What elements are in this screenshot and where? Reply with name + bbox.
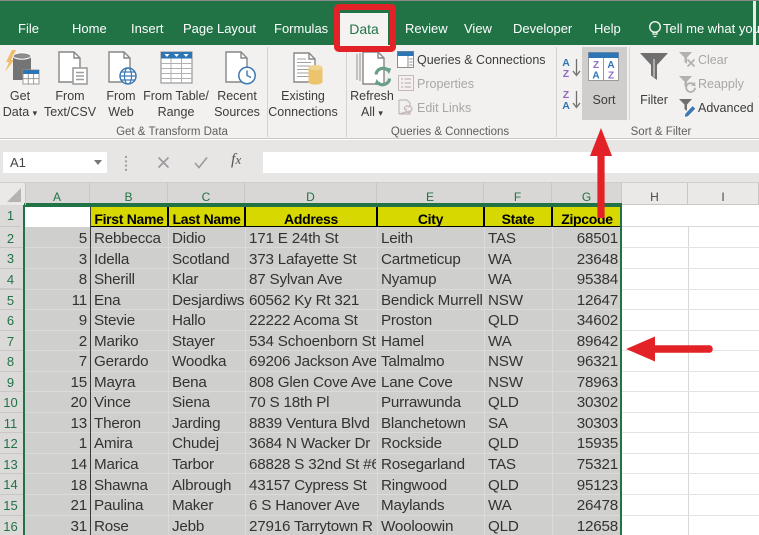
svg-text:Z: Z — [593, 60, 599, 71]
svg-text:A: A — [592, 71, 599, 82]
svg-text:A: A — [607, 60, 614, 71]
svg-text:Z: Z — [608, 71, 614, 82]
svg-text:Z: Z — [563, 68, 570, 78]
